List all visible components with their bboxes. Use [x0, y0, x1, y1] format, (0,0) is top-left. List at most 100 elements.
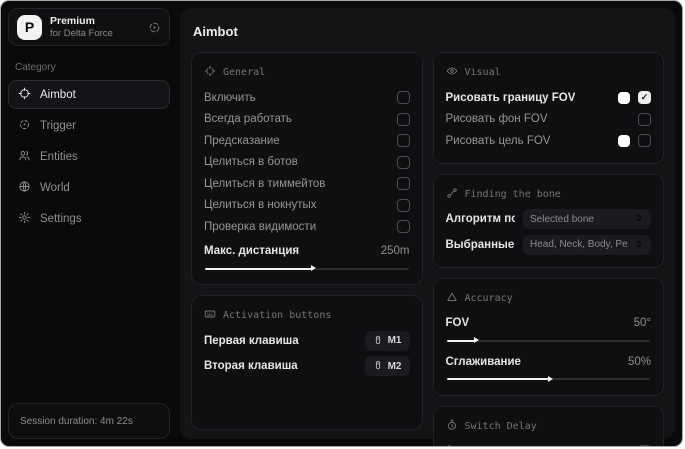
toggle-label: Задержка переключения — [446, 445, 578, 446]
eye-icon — [446, 65, 458, 80]
sidebar-item-settings[interactable]: Settings — [8, 204, 170, 233]
toggle-row: Задержка переключения — [446, 441, 651, 446]
main-panel: Aimbot General Включить Всегда работать … — [180, 8, 675, 446]
visual-controls — [638, 112, 651, 126]
sidebar-item-label: Trigger — [40, 119, 76, 132]
slider-label: FOV — [445, 317, 470, 330]
card-title: Switch Delay — [464, 420, 537, 432]
toggle-label: Включить — [204, 91, 256, 104]
session-duration-label: Session duration: 4m 22s — [20, 415, 133, 427]
bone-algorithm-select[interactable]: Selected bone — [523, 209, 651, 230]
visual-controls — [618, 91, 651, 105]
bind-label: Первая клавиша — [204, 334, 299, 347]
app-window: P Premium for Delta Force Category Aimbo… — [0, 0, 683, 447]
right-column: Visual Рисовать границу FOV Рисовать фон… — [432, 52, 664, 446]
checkbox[interactable] — [638, 134, 651, 148]
key-bind-value: M2 — [387, 360, 402, 372]
visual-label: Рисовать границу FOV — [445, 91, 576, 104]
trigger-crosshair-icon — [18, 118, 31, 134]
checkbox[interactable] — [396, 177, 410, 191]
bone-row: Алгоритм поиска кост Selected bone — [445, 209, 651, 231]
toggle-row: Целиться в тиммейтов — [204, 173, 410, 195]
card-visual: Visual Рисовать границу FOV Рисовать фон… — [432, 52, 664, 164]
bone-row: Выбранные кос Head, Neck, Body, Pe.. — [445, 234, 651, 256]
card-switch-delay-header: Switch Delay — [446, 419, 652, 434]
gear-icon — [18, 211, 31, 227]
color-swatch[interactable] — [618, 91, 630, 104]
entities-icon — [18, 149, 31, 165]
toggle-label: Проверка видимости — [204, 220, 317, 233]
sidebar-item-label: Entities — [40, 150, 78, 163]
sidebar-item-trigger[interactable]: Trigger — [8, 111, 170, 140]
bone-label: Алгоритм поиска кост — [445, 213, 516, 226]
card-general-header: General — [204, 65, 410, 80]
card-columns: General Включить Всегда работать Предска… — [191, 52, 664, 446]
sidebar-item-label: Settings — [40, 212, 82, 225]
category-label: Category — [15, 62, 56, 73]
sidebar-item-world[interactable]: World — [8, 173, 170, 202]
sidebar-item-aimbot[interactable]: Aimbot — [8, 80, 170, 109]
slider-value: 50° — [633, 317, 651, 330]
slider-label: Макс. дистанция — [204, 245, 300, 258]
visual-row: Рисовать цель FOV — [445, 130, 651, 152]
toggle-label: Всегда работать — [204, 113, 292, 126]
checkbox[interactable] — [396, 134, 410, 148]
checkbox[interactable] — [396, 91, 410, 105]
crosshair-target-icon[interactable] — [148, 21, 161, 34]
toggle-label: Целиться в тиммейтов — [204, 177, 326, 190]
fov-slider[interactable] — [446, 336, 652, 345]
session-duration: Session duration: 4m 22s — [8, 403, 170, 439]
toggle-label: Предсказание — [204, 134, 280, 147]
checkbox[interactable] — [396, 220, 410, 234]
toggle-row: Целиться в нокнутых — [204, 195, 410, 217]
bone-icon — [446, 187, 458, 202]
sidebar-item-entities[interactable]: Entities — [8, 142, 170, 171]
slider-row: Сглаживание 50% — [446, 351, 652, 373]
checkbox[interactable] — [638, 91, 651, 105]
crosshair-icon — [18, 87, 31, 103]
toggle-label: Целиться в ботов — [204, 156, 298, 169]
app-logo: P — [17, 14, 42, 40]
checkbox[interactable] — [638, 112, 651, 126]
card-title: Visual — [464, 67, 501, 78]
key-bind-button-m1[interactable]: M1 — [364, 330, 410, 351]
slider-fill — [205, 265, 316, 271]
key-bind-value: M1 — [387, 335, 402, 347]
bind-row: Вторая клавиша M2 — [204, 356, 410, 378]
slider-row: FOV 50° — [446, 313, 652, 335]
card-title: Finding the bone — [464, 188, 561, 200]
visual-label: Рисовать цель FOV — [445, 134, 551, 147]
checkbox[interactable] — [396, 198, 410, 212]
checkbox[interactable] — [638, 444, 651, 446]
checkbox[interactable] — [396, 112, 410, 126]
unfold-icon — [634, 236, 644, 254]
selected-bones-select[interactable]: Head, Neck, Body, Pe.. — [523, 234, 651, 255]
visual-row: Рисовать фон FOV — [445, 109, 651, 131]
logo-text: Premium for Delta Force — [50, 15, 140, 39]
stopwatch-icon — [446, 419, 458, 434]
max-distance-slider[interactable] — [204, 264, 410, 273]
slider-value: 250m — [380, 245, 410, 258]
checkbox[interactable] — [396, 155, 410, 169]
toggle-row: Проверка видимости — [204, 216, 410, 238]
visual-label: Рисовать фон FOV — [445, 113, 548, 126]
toggle-row: Целиться в ботов — [204, 152, 410, 174]
triangle-icon — [446, 291, 458, 306]
bind-row: Первая клавиша M1 — [204, 330, 410, 352]
keyboard-icon — [204, 308, 216, 323]
bone-label: Выбранные кос — [445, 238, 516, 251]
world-icon — [18, 180, 31, 196]
page-title: Aimbot — [193, 24, 238, 39]
card-title: Activation buttons — [223, 310, 332, 321]
color-swatch[interactable] — [618, 134, 630, 147]
sidebar-item-label: Aimbot — [40, 88, 76, 101]
mouse-icon — [373, 357, 383, 375]
toggle-row: Предсказание — [204, 130, 410, 152]
card-general: General Включить Всегда работать Предска… — [191, 52, 423, 285]
slider-label: Сглаживание — [445, 355, 521, 368]
card-visual-header: Visual — [446, 65, 652, 80]
key-bind-button-m2[interactable]: M2 — [364, 356, 410, 377]
smoothing-slider[interactable] — [446, 375, 652, 384]
select-value: Head, Neck, Body, Pe.. — [530, 239, 629, 251]
sidebar: P Premium for Delta Force Category Aimbo… — [1, 1, 177, 446]
